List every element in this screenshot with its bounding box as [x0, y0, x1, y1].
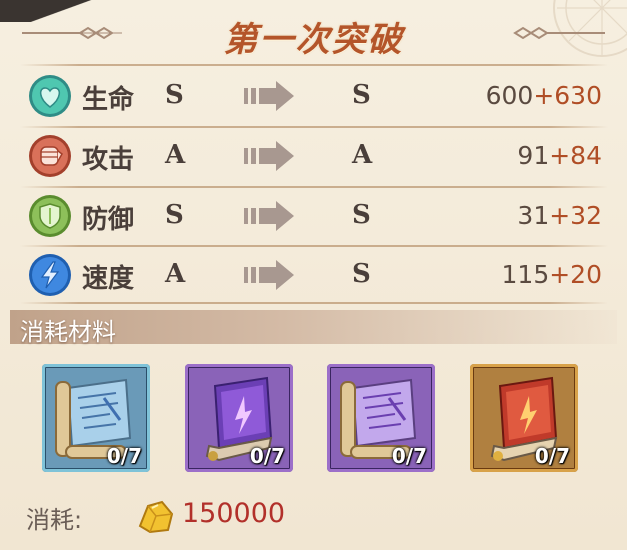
base-value: 91 — [517, 141, 550, 170]
stat-value: 115+20 — [502, 260, 602, 289]
stat-name: 速度 — [82, 264, 135, 294]
heart-icon — [29, 75, 71, 117]
cost-value: 150000 — [182, 498, 286, 529]
next-grade: S — [352, 259, 371, 289]
material-slot-4[interactable]: 0/7 — [470, 364, 578, 472]
current-grade: A — [165, 259, 186, 289]
stat-name: 防御 — [82, 205, 135, 235]
material-count: 0/7 — [391, 444, 427, 468]
base-value: 31 — [517, 201, 550, 230]
breakthrough-panel: 第一次突破 生命 S S 600+630 攻击 A A 91+84 防御 S S… — [0, 0, 627, 550]
stat-value: 600+630 — [486, 81, 602, 110]
gold-icon — [138, 500, 174, 534]
current-grade: S — [165, 200, 184, 230]
title-bar: 第一次突破 — [0, 10, 627, 62]
material-count: 0/7 — [106, 444, 142, 468]
upgrade-arrow-icon — [244, 201, 294, 231]
stat-row-attack: 攻击 A A 91+84 — [20, 127, 608, 185]
next-grade: S — [352, 200, 371, 230]
upgrade-arrow-icon — [244, 81, 294, 111]
material-slot-1[interactable]: 0/7 — [42, 364, 150, 472]
stat-row-speed: 速度 A S 115+20 — [20, 246, 608, 304]
stat-row-defense: 防御 S S 31+32 — [20, 187, 608, 245]
base-value: 115 — [501, 260, 550, 289]
materials-header: 消耗材料 — [10, 310, 617, 346]
divider — [20, 302, 608, 304]
upgrade-arrow-icon — [244, 141, 294, 171]
fist-icon — [29, 135, 71, 177]
bonus-value: +32 — [549, 201, 602, 230]
material-count: 0/7 — [249, 444, 285, 468]
lightning-icon — [29, 254, 71, 296]
bonus-value: +84 — [549, 141, 602, 170]
current-grade: A — [165, 140, 186, 170]
upgrade-arrow-icon — [244, 260, 294, 290]
ornament-right-icon — [513, 26, 605, 40]
materials-title: 消耗材料 — [20, 318, 116, 346]
stat-name: 攻击 — [82, 145, 135, 175]
next-grade: S — [352, 80, 371, 110]
stat-value: 91+84 — [517, 141, 602, 170]
stat-value: 31+32 — [517, 201, 602, 230]
stat-row-hp: 生命 S S 600+630 — [20, 67, 608, 125]
cost-label: 消耗: — [26, 506, 83, 534]
material-slot-3[interactable]: 0/7 — [327, 364, 435, 472]
material-slot-2[interactable]: 0/7 — [185, 364, 293, 472]
base-value: 600 — [485, 81, 534, 110]
bonus-value: +20 — [549, 260, 602, 289]
divider — [20, 64, 608, 66]
current-grade: S — [165, 80, 184, 110]
material-count: 0/7 — [534, 444, 570, 468]
next-grade: A — [352, 140, 373, 170]
stat-name: 生命 — [82, 85, 135, 115]
shield-icon — [29, 195, 71, 237]
bonus-value: +630 — [533, 81, 602, 110]
